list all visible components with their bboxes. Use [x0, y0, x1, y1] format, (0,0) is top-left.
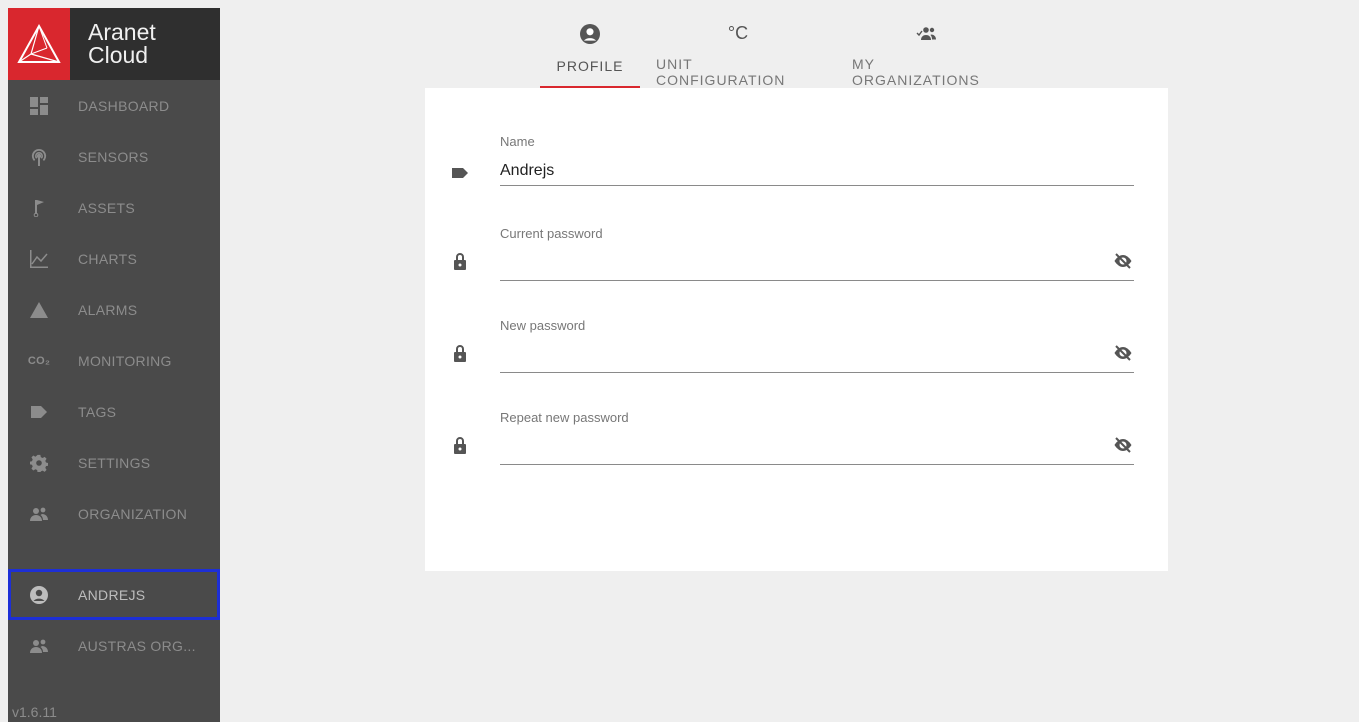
main-nav: DASHBOARD SENSORS ASSETS CHARTS ALARMS C… [8, 80, 220, 539]
group-icon [8, 637, 70, 655]
tag-icon [8, 403, 70, 421]
user-nav: ANDREJS AUSTRAS ORG... [8, 569, 220, 671]
sidebar-item-label: CHARTS [78, 250, 138, 267]
lock-icon [451, 344, 471, 364]
celsius-icon: °C [727, 22, 749, 43]
lock-icon [451, 252, 471, 272]
sidebar-item-monitoring[interactable]: CO₂ MONITORING [8, 335, 220, 386]
brand-line-1: Aranet [88, 19, 156, 45]
new-password-label: New password [500, 318, 586, 333]
name-label: Name [500, 134, 535, 149]
sensor-icon [8, 148, 70, 166]
sidebar-item-settings[interactable]: SETTINGS [8, 437, 220, 488]
sidebar-item-label: AUSTRAS ORG... [78, 637, 196, 654]
chart-icon [8, 249, 70, 268]
brand: Aranet Cloud [8, 8, 220, 80]
aranet-logo-icon [17, 23, 61, 63]
co2-icon: CO₂ [27, 354, 51, 367]
sidebar-item-label: MONITORING [78, 352, 172, 369]
name-field: Name [445, 132, 1135, 192]
sidebar-item-dashboard[interactable]: DASHBOARD [8, 80, 220, 131]
name-input[interactable] [500, 156, 1134, 186]
sidebar-item-charts[interactable]: CHARTS [8, 233, 220, 284]
sidebar-item-alarms[interactable]: ALARMS [8, 284, 220, 335]
sidebar-item-label: DASHBOARD [78, 97, 170, 114]
new-password-field: New password [445, 318, 1135, 378]
current-password-input[interactable] [500, 251, 1134, 281]
brand-title: Aranet Cloud [88, 21, 156, 67]
new-password-input[interactable] [500, 343, 1134, 373]
eye-off-icon[interactable] [1113, 435, 1135, 457]
sidebar-item-label: ASSETS [78, 199, 136, 216]
sidebar-item-label: SETTINGS [78, 454, 151, 471]
warning-icon [8, 301, 70, 319]
user-icon [8, 585, 70, 604]
sidebar-item-label: ALARMS [78, 301, 138, 318]
sidebar: Aranet Cloud DASHBOARD SENSORS ASSETS CH… [8, 8, 220, 722]
sidebar-item-assets[interactable]: ASSETS [8, 182, 220, 233]
group-icon [8, 505, 70, 523]
tab-unit-configuration[interactable]: °C UNIT CONFIGURATION [640, 20, 836, 89]
tab-my-organizations[interactable]: MY ORGANIZATIONS [836, 20, 1016, 88]
flag-icon [8, 199, 70, 217]
sidebar-item-label: ANDREJS [78, 586, 146, 603]
lock-icon [451, 436, 471, 456]
dashboard-icon [8, 96, 70, 115]
sidebar-item-organization[interactable]: ORGANIZATION [8, 488, 220, 539]
repeat-password-input[interactable] [500, 435, 1134, 465]
eye-off-icon[interactable] [1113, 343, 1135, 365]
brand-line-2: Cloud [88, 42, 149, 68]
aranet-logo[interactable] [8, 8, 70, 80]
repeat-password-label: Repeat new password [500, 410, 629, 425]
sidebar-item-user-profile[interactable]: ANDREJS [8, 569, 220, 620]
label-icon [451, 164, 471, 184]
tab-profile[interactable]: PROFILE [540, 20, 640, 88]
sidebar-item-label: TAGS [78, 403, 117, 420]
tab-label: UNIT CONFIGURATION [656, 56, 786, 88]
repeat-password-field: Repeat new password [445, 410, 1135, 470]
group-check-icon [916, 20, 936, 46]
eye-off-icon[interactable] [1113, 251, 1135, 273]
sidebar-item-label: ORGANIZATION [78, 505, 188, 522]
sidebar-item-label: SENSORS [78, 148, 149, 165]
sidebar-item-tags[interactable]: TAGS [8, 386, 220, 437]
sidebar-item-sensors[interactable]: SENSORS [8, 131, 220, 182]
user-icon [580, 20, 600, 48]
profile-tabs: PROFILE °C UNIT CONFIGURATION MY ORGANIZ… [540, 20, 1016, 88]
tab-label: MY ORGANIZATIONS [852, 56, 980, 88]
gear-icon [8, 454, 70, 472]
current-password-label: Current password [500, 226, 603, 241]
tab-label: PROFILE [556, 58, 624, 74]
profile-card: Name Current password New password Repea… [425, 88, 1168, 571]
app-version: v1.6.11 [12, 704, 57, 720]
sidebar-item-user-organization[interactable]: AUSTRAS ORG... [8, 620, 220, 671]
current-password-field: Current password [445, 226, 1135, 286]
